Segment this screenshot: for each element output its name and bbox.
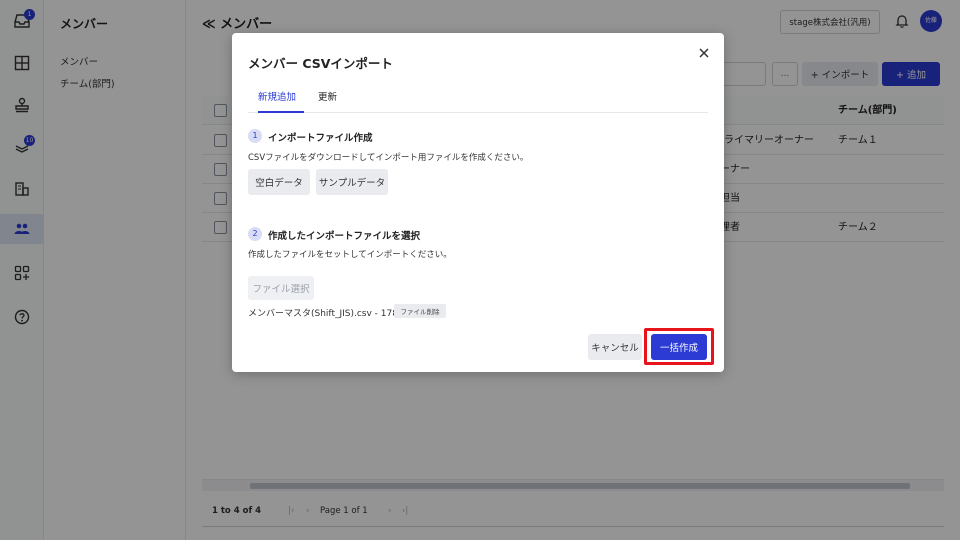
file-select-button[interactable]: ファイル選択 (248, 276, 314, 300)
step-2-title: 作成したインポートファイルを選択 (268, 231, 421, 242)
blank-data-button[interactable]: 空白データ (248, 169, 310, 195)
step-1-description: CSVファイルをダウンロードしてインポート用ファイルを作成ください。 (248, 153, 529, 163)
sample-data-button[interactable]: サンプルデータ (316, 169, 388, 195)
modal-tabs: 新規追加 更新 (248, 89, 708, 113)
bulk-create-button[interactable]: 一括作成 (651, 334, 707, 360)
step-2-description: 作成したファイルをセットしてインポートください。 (248, 250, 452, 260)
step-1-number: 1 (248, 129, 262, 143)
step-2-number: 2 (248, 227, 262, 241)
step-1-title: インポートファイル作成 (268, 133, 373, 144)
close-icon[interactable] (696, 45, 712, 61)
csv-import-modal: メンバー CSVインポート 新規追加 更新 1 インポートファイル作成 CSVフ… (232, 33, 724, 372)
modal-title: メンバー CSVインポート (248, 56, 393, 71)
selected-file-name: メンバーマスタ(Shift_JIS).csv - 178 KB (248, 309, 413, 319)
tab-update[interactable]: 更新 (318, 89, 348, 113)
cancel-button[interactable]: キャンセル (588, 334, 642, 360)
file-delete-button[interactable]: ファイル削除 (394, 304, 446, 318)
tab-new[interactable]: 新規追加 (258, 89, 304, 113)
